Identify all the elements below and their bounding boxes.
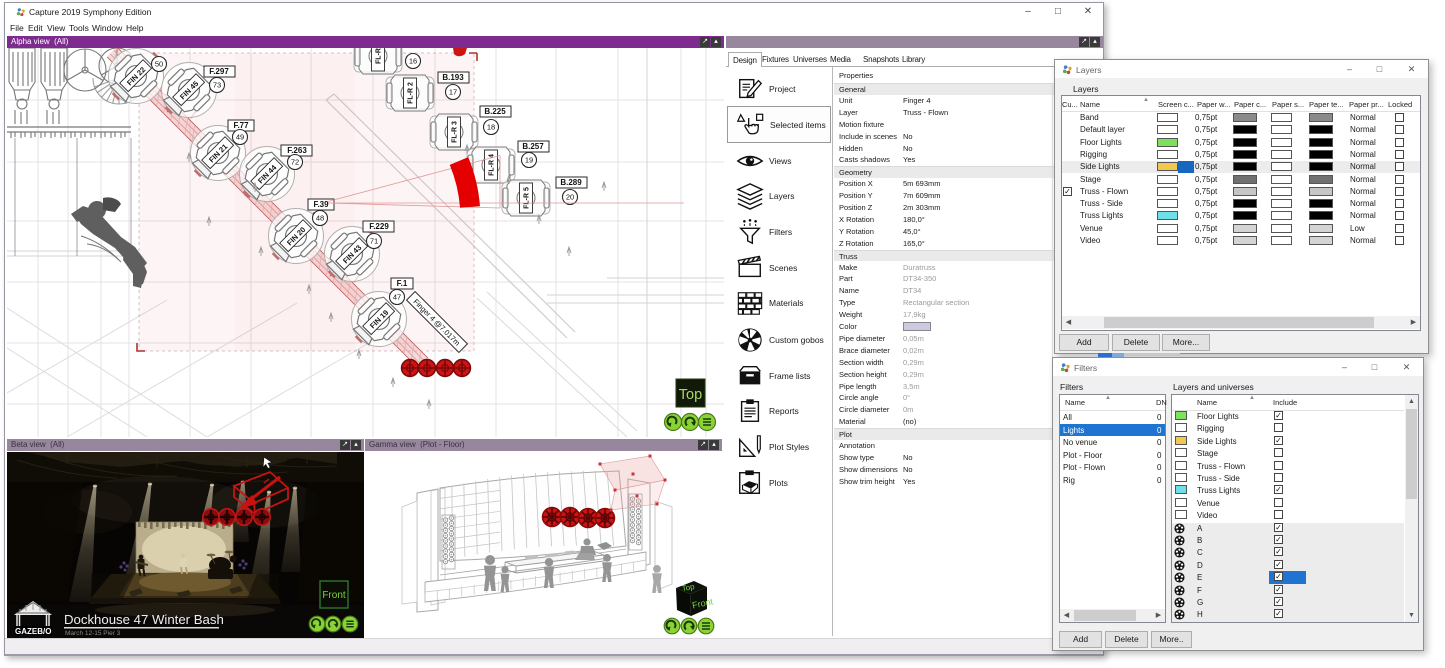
- svg-text:F.229: F.229: [369, 222, 389, 231]
- svg-text:50: 50: [155, 60, 163, 69]
- svg-text:FL-R 5: FL-R 5: [524, 187, 531, 209]
- svg-text:71: 71: [370, 237, 378, 246]
- svg-text:F.263: F.263: [287, 146, 307, 155]
- svg-text:Top: Top: [679, 387, 702, 403]
- svg-text:March 12-15 Pier 3: March 12-15 Pier 3: [65, 630, 121, 637]
- svg-text:73: 73: [213, 81, 221, 90]
- svg-text:Front: Front: [322, 590, 346, 601]
- svg-text:17: 17: [449, 88, 457, 97]
- svg-text:19: 19: [525, 156, 533, 165]
- svg-text:47: 47: [393, 293, 401, 302]
- svg-text:49: 49: [236, 133, 244, 142]
- svg-text:F.77: F.77: [233, 121, 249, 130]
- svg-text:B.225: B.225: [484, 107, 506, 116]
- svg-text:F.1: F.1: [397, 279, 408, 288]
- svg-text:F.297: F.297: [209, 67, 229, 76]
- svg-text:Dockhouse 47 Winter Bash: Dockhouse 47 Winter Bash: [64, 612, 224, 627]
- svg-text:F.39: F.39: [313, 200, 329, 209]
- svg-text:FL-R 3: FL-R 3: [452, 121, 459, 143]
- svg-text:B.257: B.257: [522, 142, 544, 151]
- svg-text:FL-R: FL-R: [376, 48, 383, 64]
- svg-text:B.289: B.289: [560, 178, 582, 187]
- svg-text:72: 72: [291, 158, 299, 167]
- svg-text:48: 48: [316, 214, 324, 223]
- svg-text:FL-R 2: FL-R 2: [408, 82, 415, 104]
- svg-text:16: 16: [409, 57, 417, 66]
- svg-text:B.193: B.193: [442, 73, 464, 82]
- svg-text:GAZEB/O: GAZEB/O: [15, 627, 51, 636]
- svg-text:20: 20: [566, 193, 574, 202]
- svg-text:18: 18: [487, 123, 495, 132]
